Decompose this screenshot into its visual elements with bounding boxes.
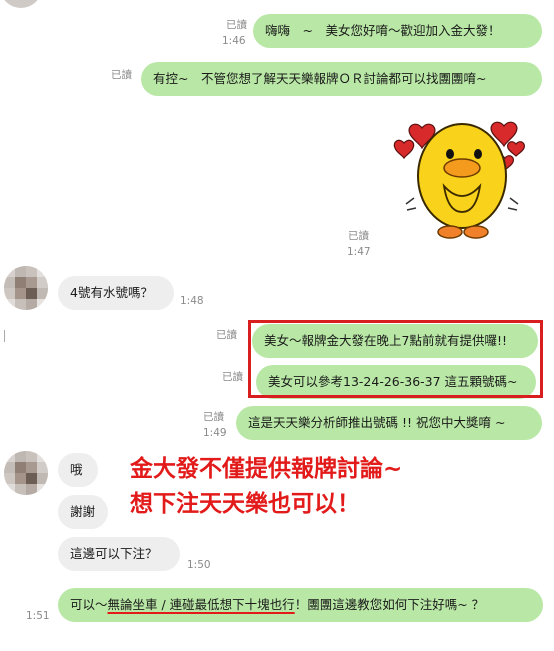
duck-sticker[interactable] bbox=[392, 108, 526, 248]
message-text: 這邊可以下注？ bbox=[70, 546, 158, 561]
message-mark: ！ bbox=[294, 597, 308, 612]
message-text: 這是天天樂分析師推出號碼 !! 祝您中大獎唷 ~ bbox=[248, 415, 506, 430]
timestamp: 1:48 bbox=[180, 295, 204, 307]
read-status: 已讀 bbox=[111, 69, 132, 81]
timestamp: 1:49 bbox=[203, 427, 227, 439]
avatar-partial bbox=[0, 0, 42, 8]
scroll-marker bbox=[4, 330, 5, 342]
message-text: 哦 bbox=[70, 462, 83, 477]
message-bubble-out[interactable]: 這是天天樂分析師推出號碼 !! 祝您中大獎唷 ~ bbox=[236, 406, 542, 440]
annotation-line-1: 金大發不僅提供報牌討論~ bbox=[130, 456, 403, 482]
avatar[interactable] bbox=[4, 266, 48, 310]
highlight-box bbox=[248, 320, 543, 398]
message-bubble-in[interactable]: 謝謝 bbox=[58, 495, 108, 529]
message-bubble-out[interactable]: 可以～無論坐車 / 連碰最低想下十塊也行！團團這邊教您如何下注好嗎~ ？ bbox=[58, 588, 543, 622]
message-text: 有控~ 不管您想了解天天樂報牌ＯＲ討論都可以找團團唷~ bbox=[153, 71, 487, 86]
message-bubble-out[interactable]: 有控~ 不管您想了解天天樂報牌ＯＲ討論都可以找團團唷~ bbox=[141, 62, 542, 96]
message-prefix: 可以～ bbox=[70, 597, 108, 612]
read-status: 已讀 bbox=[348, 230, 369, 242]
read-status: 已讀 bbox=[203, 411, 224, 423]
message-text: 謝謝 bbox=[70, 504, 96, 519]
timestamp: 1:46 bbox=[222, 35, 246, 47]
message-suffix: 團團這邊教您如何下注好嗎~ ？ bbox=[307, 597, 485, 612]
message-underlined: 無論坐車 / 連碰最低想下十塊也行 bbox=[107, 597, 295, 612]
message-text: 嗨嗨 ~ 美女您好唷～歡迎加入金大發！ bbox=[265, 23, 501, 38]
message-bubble-in[interactable]: 4號有水號嗎？ bbox=[58, 276, 174, 310]
timestamp: 1:50 bbox=[187, 559, 211, 571]
read-status: 已讀 bbox=[222, 371, 243, 383]
message-bubble-in[interactable]: 哦 bbox=[58, 453, 98, 487]
sticker-image bbox=[393, 121, 525, 239]
message-bubble-out[interactable]: 嗨嗨 ~ 美女您好唷～歡迎加入金大發！ bbox=[253, 14, 542, 48]
read-status: 已讀 bbox=[216, 329, 237, 341]
avatar[interactable] bbox=[4, 451, 48, 495]
read-status: 已讀 bbox=[226, 19, 247, 31]
message-text: 4號有水號嗎？ bbox=[70, 285, 153, 300]
timestamp: 1:51 bbox=[26, 610, 50, 622]
annotation-line-2: 想下注天天樂也可以！ bbox=[130, 491, 360, 517]
message-bubble-in[interactable]: 這邊可以下注？ bbox=[58, 537, 180, 571]
timestamp: 1:47 bbox=[347, 246, 371, 258]
